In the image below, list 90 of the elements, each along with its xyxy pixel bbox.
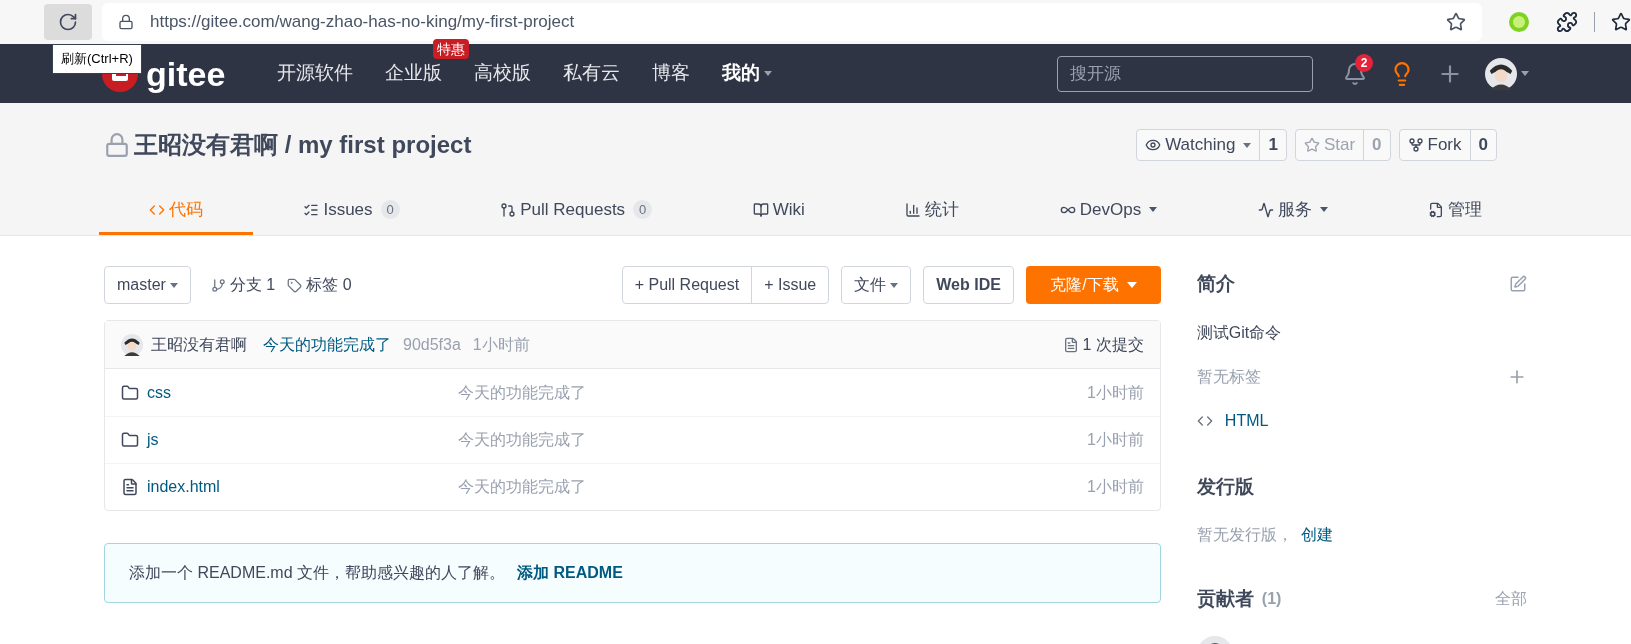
edit-icon[interactable]	[1509, 275, 1527, 294]
caret-icon	[1149, 207, 1158, 212]
commits-icon	[1062, 336, 1079, 353]
fork-icon	[1407, 137, 1424, 153]
file-icon	[121, 478, 139, 496]
book-icon	[752, 201, 769, 218]
file-time: 1小时前	[1086, 477, 1144, 497]
commit-message[interactable]: 今天的功能完成了	[263, 332, 391, 357]
caret-icon	[1521, 71, 1529, 76]
file-time: 1小时前	[1086, 430, 1144, 450]
file-name[interactable]: index.html	[147, 475, 220, 499]
notification-count: 2	[1355, 53, 1373, 72]
nav-link[interactable]: 博客	[652, 59, 691, 88]
file-time: 1小时前	[1086, 382, 1144, 403]
author-avatar	[121, 333, 143, 356]
tag-icon	[287, 277, 303, 293]
file-name[interactable]: css	[147, 380, 171, 405]
nav-link[interactable]: 私有云	[563, 59, 621, 88]
tab[interactable]: 服务	[1207, 187, 1378, 235]
create-release-link[interactable]: 创建	[1300, 523, 1333, 547]
search-field[interactable]: 搜开源	[1057, 55, 1313, 92]
reload-icon	[58, 12, 78, 32]
file-name[interactable]: js	[147, 428, 159, 452]
logo-text[interactable]: gitee	[146, 56, 226, 91]
tab[interactable]: 管理	[1378, 187, 1532, 235]
folder-icon	[121, 431, 139, 449]
caret-icon	[1243, 142, 1252, 148]
tab-count: 0	[380, 199, 400, 220]
tab[interactable]: Issues 0	[253, 187, 450, 235]
reload-button[interactable]	[44, 4, 92, 40]
file-menu-button[interactable]: 文件	[841, 266, 912, 304]
repo-action-button[interactable]: Fork 0	[1398, 129, 1497, 161]
branches-link[interactable]: 分支 1	[229, 273, 276, 297]
folder-icon	[121, 383, 139, 402]
lock-icon	[118, 14, 134, 30]
action-label: Watching	[1165, 134, 1236, 157]
repo-action-button[interactable]: Watching 1	[1136, 129, 1287, 161]
readme-notice-text: 添加一个 README.md 文件，帮助感兴趣的人了解。	[129, 563, 505, 583]
tab[interactable]: 统计	[855, 187, 1010, 235]
no-releases-text: 暂无发行版，	[1196, 525, 1293, 545]
action-count: 0	[1363, 130, 1390, 160]
url-text: https://gitee.com/wang-zhao-has-no-king/my-first-project	[150, 11, 575, 34]
branch-select[interactable]: master	[104, 266, 191, 304]
pull-request-icon	[500, 201, 517, 218]
user-avatar	[1485, 57, 1517, 90]
caret-icon	[890, 282, 899, 288]
commit-time: 1小时前	[472, 334, 530, 355]
repository-title[interactable]: 王昭没有君啊 / my first project	[134, 127, 472, 163]
pull-request-button[interactable]: + Pull Request	[622, 267, 752, 303]
commits-link[interactable]: 1 次提交	[1082, 332, 1144, 357]
tab[interactable]: Wiki	[702, 187, 855, 235]
nav-link[interactable]: 企业版	[385, 59, 443, 88]
section-title: 简介	[1196, 272, 1235, 296]
add-readme-link[interactable]: 添加 README	[517, 561, 623, 585]
no-tags-text: 暂无标签	[1196, 366, 1261, 387]
star-icon	[1303, 137, 1320, 153]
favorites-icon[interactable]	[1611, 12, 1631, 32]
caret-icon	[1126, 282, 1137, 288]
nav-link[interactable]: 高校版	[474, 59, 532, 88]
caret-icon	[1319, 207, 1328, 212]
tab[interactable]: DevOps	[1009, 187, 1208, 235]
tooltip: 刷新(Ctrl+R)	[52, 44, 142, 74]
favorite-add-icon[interactable]	[1446, 12, 1466, 32]
promo-badge: 特惠	[433, 39, 470, 60]
caret-icon	[169, 282, 178, 288]
bar-chart-icon	[905, 201, 922, 218]
caret-icon	[764, 71, 773, 76]
web-ide-button[interactable]: Web IDE	[923, 266, 1014, 304]
section-title: 发行版	[1196, 474, 1255, 499]
tab[interactable]: Pull Requests 0	[450, 187, 703, 235]
nav-link[interactable]: 开源软件	[277, 59, 354, 88]
repo-description: 测试Git命令	[1196, 322, 1283, 343]
action-count: 1	[1259, 130, 1286, 160]
eye-icon	[1145, 137, 1162, 153]
tags-link[interactable]: 标签 0	[306, 273, 352, 297]
pulse-icon	[1257, 201, 1274, 218]
extensions-icon[interactable]	[1556, 11, 1578, 33]
address-bar[interactable]: https://gitee.com/wang-zhao-has-no-king/my-first-project	[102, 3, 1482, 41]
action-label: Fork	[1427, 134, 1462, 157]
document-gear-icon	[1428, 201, 1444, 218]
action-count: 0	[1469, 130, 1496, 160]
section-title: 贡献者	[1196, 587, 1254, 611]
language-link[interactable]: HTML	[1224, 408, 1269, 433]
commit-author[interactable]: 王昭没有君啊	[151, 332, 247, 357]
action-label: Star	[1323, 134, 1356, 157]
tab-count: 0	[633, 199, 653, 220]
contributors-count: (1)	[1261, 589, 1282, 610]
nav-link[interactable]: 我的	[722, 59, 773, 88]
issue-button[interactable]: + Issue	[751, 267, 829, 303]
branch-icon	[210, 277, 226, 293]
